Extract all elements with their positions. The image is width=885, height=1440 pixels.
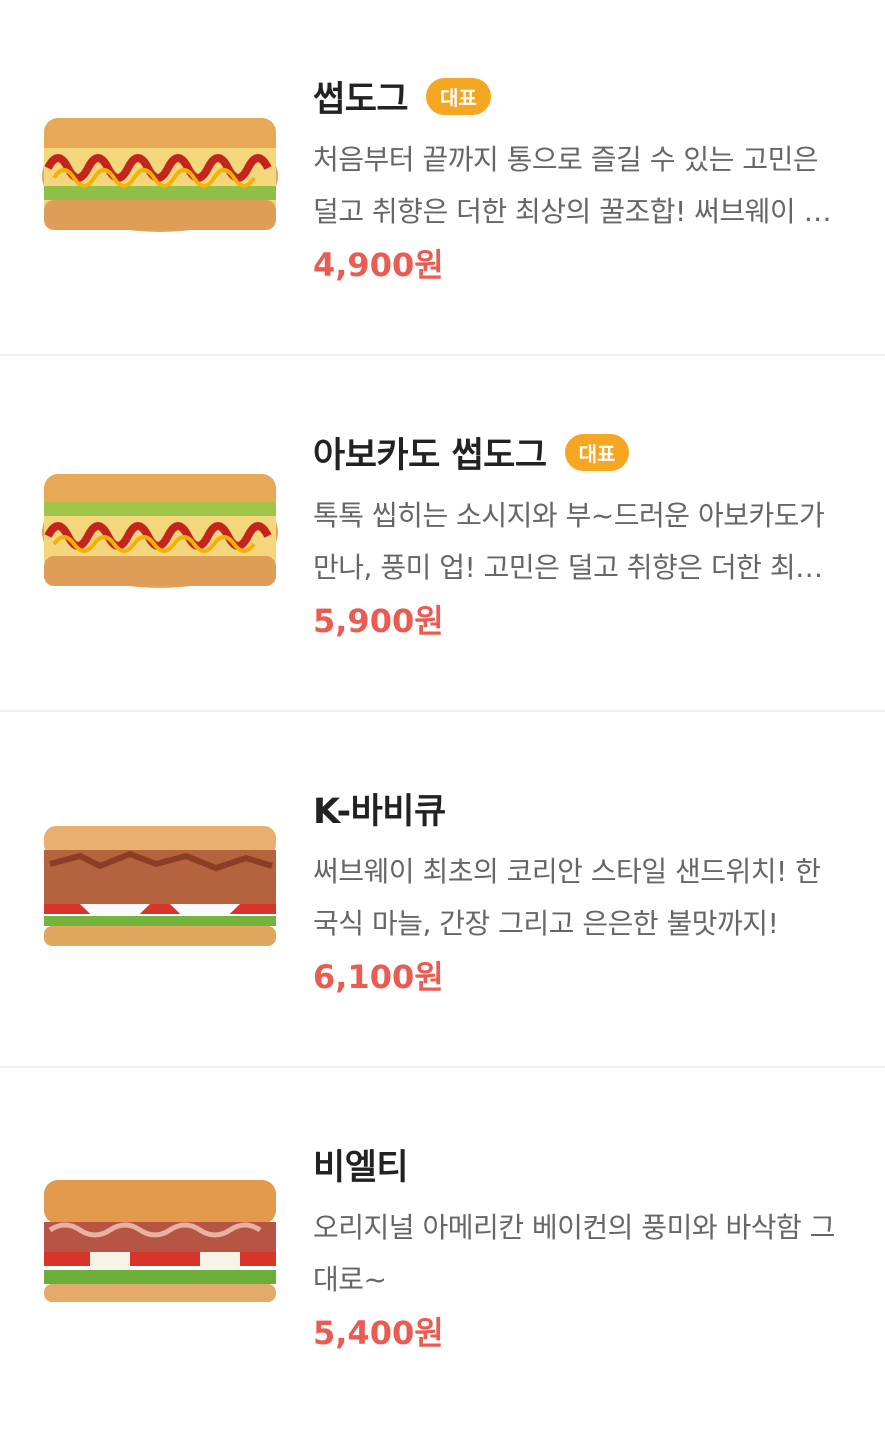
menu-item-info: K-바비큐 써브웨이 최초의 코리안 스타일 샌드위치! 한국식 마늘, 간장 …	[313, 778, 853, 998]
menu-item-name: 비엘티	[313, 1147, 409, 1188]
menu-item-description: 처음부터 끝까지 통으로 즐길 수 있는 고민은 덜고 취향은 더한 최상의 꿀…	[313, 143, 829, 228]
signature-badge: 대표	[564, 433, 630, 471]
avocado-hotdog-sandwich-image	[40, 464, 280, 594]
title-row: 비엘티	[313, 1134, 853, 1194]
k-bbq-sandwich-image	[40, 820, 280, 950]
title-row: 아보카도 썹도그 대표	[313, 422, 853, 482]
menu-item-name: 썹도그	[313, 79, 409, 120]
menu-item-info: 썹도그 대표 처음부터 끝까지 통으로 즐길 수 있는 고민은 덜고 취향은 더…	[313, 66, 853, 286]
hotdog-sandwich-image	[40, 108, 280, 238]
signature-badge: 대표	[426, 77, 491, 115]
menu-item-description: 써브웨이 최초의 코리안 스타일 샌드위치! 한국식 마늘, 간장 그리고 은은…	[313, 855, 821, 940]
title-row: 썹도그 대표	[313, 66, 853, 126]
menu-list: 썹도그 대표 처음부터 끝까지 통으로 즐길 수 있는 고민은 덜고 취향은 더…	[0, 0, 885, 1440]
menu-item-description: 톡톡 씹히는 소시지와 부~드러운 아보카도가 만나, 풍미 업! 고민은 덜고…	[313, 499, 825, 584]
menu-item-info: 비엘티 오리지널 아메리칸 베이컨의 풍미와 바삭함 그대로~ 5,400원	[313, 1134, 853, 1354]
menu-item-description: 오리지널 아메리칸 베이컨의 풍미와 바삭함 그대로~	[313, 1211, 835, 1296]
menu-item-sub-dog[interactable]: 썹도그 대표 처음부터 끝까지 통으로 즐길 수 있는 고민은 덜고 취향은 더…	[0, 0, 885, 356]
menu-item-name: 아보카도 썹도그	[313, 435, 547, 476]
menu-item-price: 5,900원	[313, 602, 444, 640]
menu-item-price: 5,400원	[313, 1314, 444, 1352]
menu-item-info: 아보카도 썹도그 대표 톡톡 씹히는 소시지와 부~드러운 아보카도가 만나, …	[313, 422, 853, 642]
menu-item-price: 6,100원	[313, 958, 444, 996]
menu-item-k-bbq[interactable]: K-바비큐 써브웨이 최초의 코리안 스타일 샌드위치! 한국식 마늘, 간장 …	[0, 712, 885, 1068]
title-row: K-바비큐	[313, 778, 853, 838]
menu-item-avocado-sub-dog[interactable]: 아보카도 썹도그 대표 톡톡 씹히는 소시지와 부~드러운 아보카도가 만나, …	[0, 356, 885, 712]
menu-item-blt[interactable]: 비엘티 오리지널 아메리칸 베이컨의 풍미와 바삭함 그대로~ 5,400원	[0, 1068, 885, 1440]
menu-item-price: 4,900원	[313, 246, 444, 284]
blt-sandwich-image	[40, 1176, 280, 1306]
menu-item-name: K-바비큐	[313, 791, 446, 832]
